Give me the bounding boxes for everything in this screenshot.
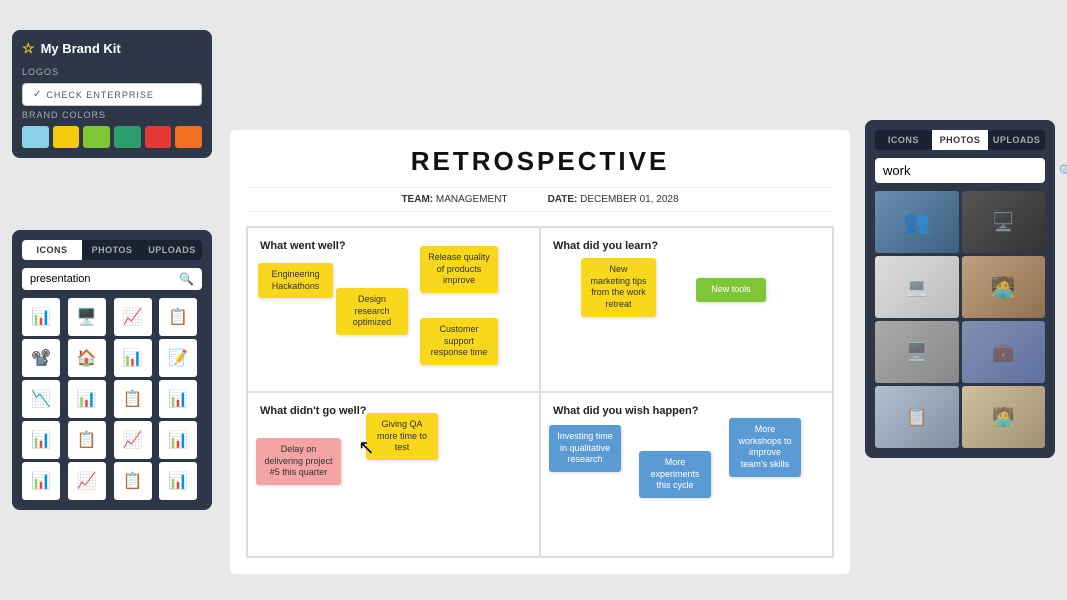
icon-cell-13[interactable]: 📋 (68, 421, 106, 459)
retro-title: RETROSPECTIVE (246, 146, 834, 177)
sticky-design[interactable]: Design research optimized (336, 288, 408, 335)
icon-search-input[interactable] (30, 273, 179, 285)
icon-cell-0[interactable]: 📊 (22, 298, 60, 336)
tab-uploads[interactable]: UPLOADS (142, 240, 202, 260)
retro-date: DATE: DECEMBER 01, 2028 (548, 194, 679, 205)
icon-cell-15[interactable]: 📊 (159, 421, 197, 459)
brand-colors-row (22, 126, 202, 148)
retro-panel: RETROSPECTIVE TEAM: MANAGEMENT DATE: DEC… (230, 130, 850, 574)
icon-cell-5[interactable]: 🏠 (68, 339, 106, 377)
icon-cell-2[interactable]: 📈 (114, 298, 152, 336)
icon-search-box: 🔍 (22, 268, 202, 290)
sticky-workshops[interactable]: More workshops to improve team's skills (729, 418, 801, 477)
photo-cell-1[interactable]: 🖥️ (962, 191, 1046, 253)
check-enterprise-button[interactable]: ✓ CHECK ENTERPRISE (22, 83, 202, 106)
icon-cell-9[interactable]: 📊 (68, 380, 106, 418)
brand-kit-header: ☆ My Brand Kit (22, 40, 202, 57)
icon-cell-16[interactable]: 📊 (22, 462, 60, 500)
color-swatch-3[interactable] (114, 126, 141, 148)
photo-monitor-4: 🖥️ (875, 321, 959, 383)
photo-cell-3[interactable]: 🧑‍💻 (962, 256, 1046, 318)
quadrant-wish: What did you wish happen? Investing time… (540, 392, 833, 557)
color-swatch-0[interactable] (22, 126, 49, 148)
photos-search-icon: 🔍 (1059, 164, 1067, 178)
photos-grid: 👥 🖥️ 💻 🧑‍💻 🖥️ 💼 📋 🧑‍💻 (875, 191, 1045, 448)
media-tabs-row: ICONS PHOTOS UPLOADS (22, 240, 202, 260)
sticky-qa[interactable]: Giving QA more time to test (366, 413, 438, 460)
icon-cell-7[interactable]: 📝 (159, 339, 197, 377)
icon-cell-17[interactable]: 📈 (68, 462, 106, 500)
logos-label: LOGOS (22, 67, 202, 77)
quadrant-learn-title: What did you learn? (553, 240, 820, 252)
photo-work-5: 💼 (962, 321, 1046, 383)
icon-cell-19[interactable]: 📊 (159, 462, 197, 500)
photo-laptop-2: 💻 (875, 256, 959, 318)
sticky-tools[interactable]: New tools (696, 278, 766, 302)
icon-cell-8[interactable]: 📉 (22, 380, 60, 418)
check-enterprise-label: CHECK ENTERPRISE (46, 90, 154, 100)
photo-cell-7[interactable]: 🧑‍💻 (962, 386, 1046, 448)
search-icon: 🔍 (179, 272, 194, 286)
photos-tab-uploads[interactable]: UPLOADS (988, 130, 1045, 150)
sticky-customer[interactable]: Customer support response time (420, 318, 498, 365)
photo-cell-2[interactable]: 💻 (875, 256, 959, 318)
photos-search-input[interactable] (883, 163, 1059, 178)
quadrant-not-well: What didn't go well? ↖ Delay on deliveri… (247, 392, 540, 557)
quadrant-learn: What did you learn? New marketing tips f… (540, 227, 833, 392)
photos-tab-photos[interactable]: PHOTOS (932, 130, 989, 150)
icon-cell-18[interactable]: 📋 (114, 462, 152, 500)
tab-photos[interactable]: PHOTOS (82, 240, 142, 260)
brand-kit-panel: ☆ My Brand Kit LOGOS ✓ CHECK ENTERPRISE … (12, 30, 212, 158)
photos-tabs-row: ICONS PHOTOS UPLOADS (875, 130, 1045, 150)
quadrant-wish-title: What did you wish happen? (553, 405, 820, 417)
sticky-marketing[interactable]: New marketing tips from the work retreat (581, 258, 656, 317)
icon-cell-1[interactable]: 🖥️ (68, 298, 106, 336)
tab-icons[interactable]: ICONS (22, 240, 82, 260)
brand-colors-label: BRAND COLORS (22, 110, 202, 120)
photos-tab-icons[interactable]: ICONS (875, 130, 932, 150)
media-panel: ICONS PHOTOS UPLOADS 🔍 📊 🖥️ 📈 📋 📽️ 🏠 📊 📝… (12, 230, 212, 510)
star-icon: ☆ (22, 40, 35, 57)
color-swatch-2[interactable] (83, 126, 110, 148)
icons-grid: 📊 🖥️ 📈 📋 📽️ 🏠 📊 📝 📉 📊 📋 📊 📊 📋 📈 📊 📊 📈 📋 … (22, 298, 202, 500)
sticky-experiments[interactable]: More experiments this cycle (639, 451, 711, 498)
sticky-investing[interactable]: Investing time in qualitative research (549, 425, 621, 472)
photo-cell-5[interactable]: 💼 (962, 321, 1046, 383)
photo-cell-0[interactable]: 👥 (875, 191, 959, 253)
color-swatch-1[interactable] (53, 126, 80, 148)
icon-cell-4[interactable]: 📽️ (22, 339, 60, 377)
photo-team-6: 📋 (875, 386, 959, 448)
icon-cell-6[interactable]: 📊 (114, 339, 152, 377)
color-swatch-5[interactable] (175, 126, 202, 148)
retro-quadrants: What went well? Engineering Hackathons D… (246, 226, 834, 558)
check-icon: ✓ (33, 89, 42, 100)
icon-cell-12[interactable]: 📊 (22, 421, 60, 459)
photos-search-box: 🔍 (875, 158, 1045, 183)
icon-cell-11[interactable]: 📊 (159, 380, 197, 418)
icon-cell-3[interactable]: 📋 (159, 298, 197, 336)
photo-people-0: 👥 (875, 191, 959, 253)
sticky-release[interactable]: Release quality of products improve (420, 246, 498, 293)
quadrant-went-well: What went well? Engineering Hackathons D… (247, 227, 540, 392)
retro-team: TEAM: MANAGEMENT (401, 194, 507, 205)
brand-kit-title: My Brand Kit (41, 41, 121, 56)
sticky-delay[interactable]: Delay on delivering project #5 this quar… (256, 438, 341, 485)
icon-cell-10[interactable]: 📋 (114, 380, 152, 418)
retro-meta: TEAM: MANAGEMENT DATE: DECEMBER 01, 2028 (246, 187, 834, 212)
sticky-engineering[interactable]: Engineering Hackathons (258, 263, 333, 298)
photo-cell-6[interactable]: 📋 (875, 386, 959, 448)
photo-desk-1: 🖥️ (962, 191, 1046, 253)
photo-person-3: 🧑‍💻 (962, 256, 1046, 318)
photos-panel: ICONS PHOTOS UPLOADS 🔍 👥 🖥️ 💻 🧑‍💻 🖥️ 💼 (865, 120, 1055, 458)
photo-desk-7: 🧑‍💻 (962, 386, 1046, 448)
icon-cell-14[interactable]: 📈 (114, 421, 152, 459)
photo-cell-4[interactable]: 🖥️ (875, 321, 959, 383)
color-swatch-4[interactable] (145, 126, 172, 148)
